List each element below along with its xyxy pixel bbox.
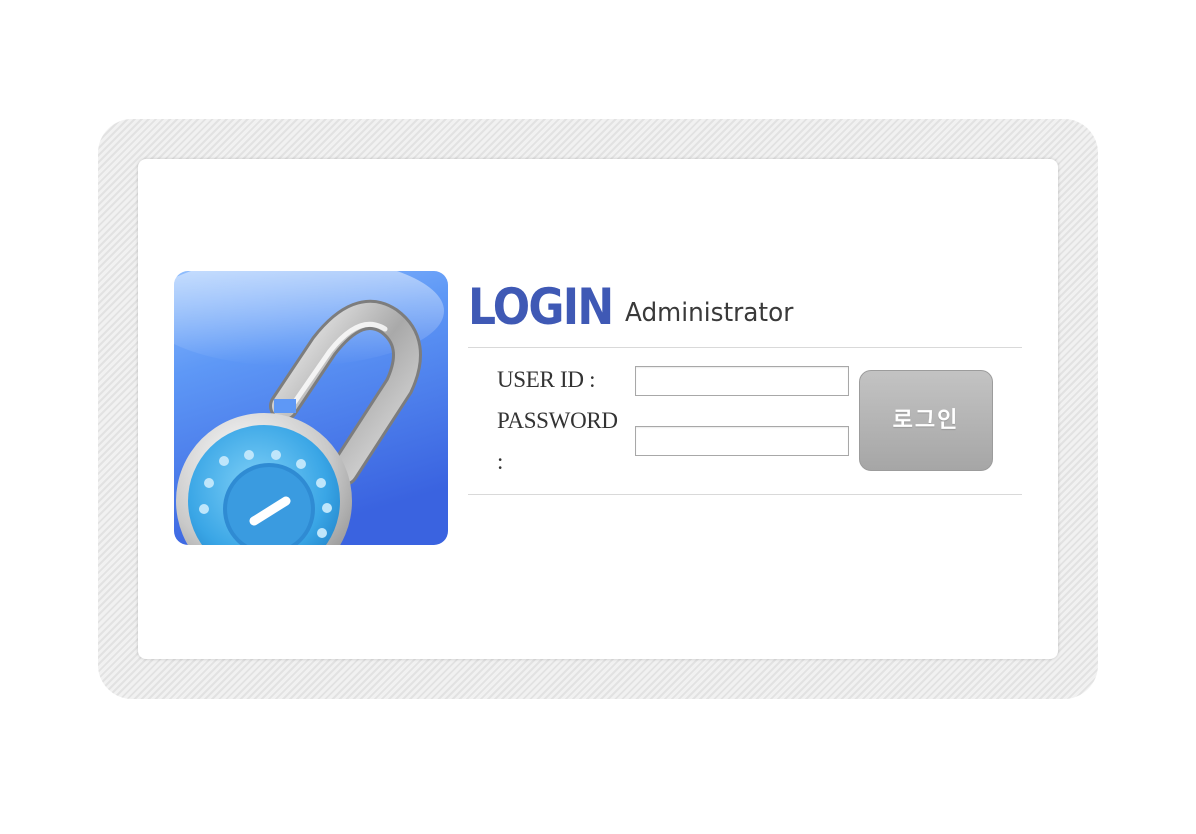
user-id-input[interactable] — [635, 366, 849, 396]
top-divider — [468, 347, 1022, 348]
login-heading: LOGIN Administrator — [468, 277, 793, 337]
login-panel: LOGIN Administrator USER ID : PASSWORD :… — [138, 159, 1058, 659]
password-input[interactable] — [635, 426, 849, 456]
login-title: LOGIN — [468, 278, 614, 336]
user-id-label: USER ID : — [497, 367, 596, 392]
login-frame: LOGIN Administrator USER ID : PASSWORD :… — [98, 119, 1098, 699]
padlock-icon — [174, 271, 448, 545]
bottom-divider — [468, 494, 1022, 495]
password-label: PASSWORD — [497, 408, 618, 433]
password-label-colon: : — [497, 449, 504, 474]
administrator-subtitle: Administrator — [625, 298, 794, 328]
login-button[interactable]: 로그인 — [859, 370, 993, 471]
